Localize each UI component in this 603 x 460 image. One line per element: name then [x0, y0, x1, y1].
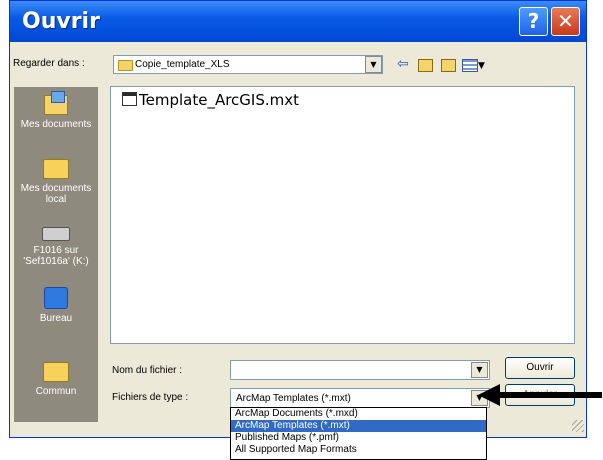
file-type-option[interactable]: All Supported Map Formats [231, 444, 486, 456]
sidebar-item-network-drive[interactable]: F1016 sur 'Sef1016a' (K:) [14, 223, 98, 267]
file-name: Template_ArcGIS.mxt [139, 91, 299, 109]
sidebar-item-local-documents[interactable]: Mes documents local [14, 159, 98, 205]
my-documents-icon [44, 91, 68, 115]
file-type-dropdown[interactable]: ArcMap Templates (*.mxt) ▼ [230, 388, 490, 408]
help-button[interactable]: ? [519, 7, 548, 36]
file-type-option-selected[interactable]: ArcMap Templates (*.mxt) [231, 420, 486, 432]
sidebar-item-label: F1016 sur 'Sef1016a' (K:) [23, 245, 89, 267]
title-bar[interactable]: Ouvrir ? ✕ [10, 1, 586, 42]
sidebar-item-label: Bureau [39, 313, 73, 324]
chevron-down-icon[interactable]: ▼ [365, 56, 382, 73]
look-in-value: Copie_template_XLS [135, 59, 230, 70]
file-type-label: Fichiers de type : [112, 392, 189, 403]
file-list[interactable]: Template_ArcGIS.mxt [110, 86, 575, 344]
sidebar-item-label: Mes documents [20, 119, 92, 130]
folder-icon [43, 362, 69, 382]
sidebar-item-shared[interactable]: Commun [14, 362, 98, 397]
file-type-option[interactable]: Published Maps (*.pmf) [231, 432, 486, 444]
file-type-option[interactable]: ArcMap Documents (*.mxd) [231, 408, 486, 420]
chevron-down-icon[interactable]: ▼ [471, 362, 488, 378]
file-name-field[interactable]: ▼ [230, 360, 490, 380]
look-in-label: Regarder dans : [13, 58, 85, 69]
resize-grip-icon[interactable] [572, 420, 584, 432]
arrow-shaft [496, 392, 602, 398]
back-icon[interactable]: ⇦ [397, 56, 409, 72]
up-folder-icon[interactable] [418, 59, 433, 72]
desktop-icon [44, 287, 68, 309]
sidebar-item-my-documents[interactable]: Mes documents [14, 91, 98, 130]
folder-icon [43, 159, 69, 179]
sidebar-item-label: Mes documents local [20, 183, 92, 205]
file-type-options-list[interactable]: ArcMap Documents (*.mxd) ArcMap Template… [230, 407, 487, 460]
close-button[interactable]: ✕ [551, 7, 580, 36]
views-menu-icon[interactable] [462, 59, 478, 72]
new-folder-icon[interactable] [441, 59, 456, 72]
dialog-title: Ouvrir [22, 9, 100, 34]
places-bar: Mes documents Mes documents local F1016 … [14, 87, 98, 422]
open-button[interactable]: Ouvrir [505, 357, 575, 379]
views-dropdown-arrow-icon[interactable]: ▼ [478, 58, 485, 74]
file-type-value: ArcMap Templates (*.mxt) [236, 393, 351, 404]
look-in-dropdown[interactable]: Copie_template_XLS ▼ [113, 55, 383, 74]
sidebar-item-label: Commun [35, 386, 77, 397]
network-drive-icon [42, 227, 70, 241]
template-file-icon [122, 92, 137, 106]
list-item[interactable]: Template_ArcGIS.mxt [122, 91, 299, 109]
folder-icon [118, 60, 133, 71]
annotation-arrow-icon [478, 384, 602, 406]
sidebar-item-desktop[interactable]: Bureau [14, 287, 98, 324]
file-name-label: Nom du fichier : [112, 365, 183, 376]
